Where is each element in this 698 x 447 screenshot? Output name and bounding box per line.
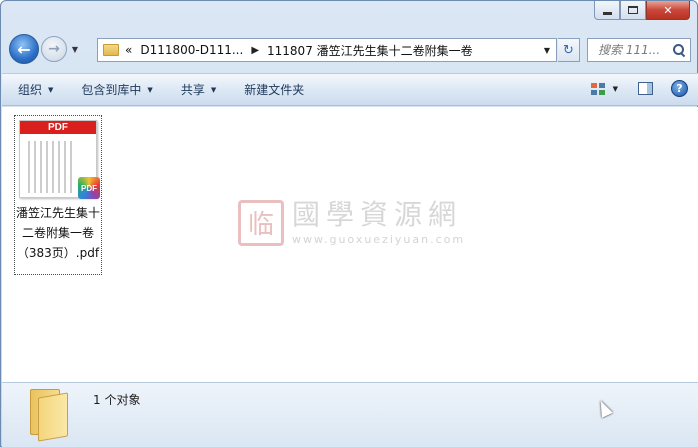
watermark-seal-icon: 临	[238, 199, 284, 246]
address-dropdown-icon[interactable]: ▼	[544, 46, 550, 55]
preview-pane-icon[interactable]	[638, 82, 653, 95]
caption-buttons: ✕	[594, 1, 690, 21]
recent-pages-button[interactable]: ▼	[69, 45, 81, 54]
maximize-icon	[628, 6, 638, 14]
back-button[interactable]: ←	[9, 34, 39, 64]
chevron-down-icon: ▼	[71, 44, 79, 54]
forward-arrow-icon: →	[48, 41, 60, 57]
watermark-text: 國學資源網 www.guoxueziyuan.com	[292, 198, 466, 247]
change-view-icon[interactable]	[590, 82, 605, 95]
view-options-dropdown-icon[interactable]: ▼	[613, 85, 618, 93]
search-input[interactable]	[598, 43, 672, 57]
search-box[interactable]	[587, 38, 691, 62]
watermark: 临 國學資源網 www.guoxueziyuan.com	[238, 199, 465, 246]
file-item[interactable]: PDF PDF 潘笠江先生集十二卷附集一卷（383页）.pdf	[14, 115, 102, 275]
address-bar[interactable]: « D111800-D111... ▶ 111807 潘笠江先生集十二卷附集一卷…	[97, 38, 557, 62]
pdf-app-icon: PDF	[78, 177, 100, 199]
minimize-button[interactable]	[594, 1, 620, 20]
item-count: 1 个对象	[93, 393, 141, 407]
refresh-button[interactable]: ↻	[558, 38, 580, 62]
new-folder-button[interactable]: 新建文件夹	[244, 81, 304, 98]
folder-icon	[103, 44, 119, 56]
organize-menu[interactable]: 组织 ▼	[18, 81, 53, 98]
file-list-area[interactable]: PDF PDF 潘笠江先生集十二卷附集一卷（383页）.pdf 临 國學資源網 …	[2, 107, 698, 382]
share-menu[interactable]: 共享 ▼	[181, 81, 216, 98]
close-button[interactable]: ✕	[646, 1, 690, 20]
help-glyph: ?	[676, 82, 683, 95]
pdf-banner: PDF	[20, 121, 96, 134]
command-bar: 组织 ▼ 包含到库中 ▼ 共享 ▼ 新建文件夹 ▼ ?	[2, 73, 698, 106]
details-pane: 1 个对象	[2, 382, 698, 447]
explorer-window: ✕ ← → ▼ « D111800-D111... ▶ 111807 潘笠江先生…	[0, 0, 698, 447]
close-icon: ✕	[663, 3, 673, 17]
search-icon[interactable]	[672, 43, 686, 57]
maximize-button[interactable]	[620, 1, 646, 20]
new-folder-label: 新建文件夹	[244, 83, 305, 97]
chevron-down-icon: ▼	[147, 85, 153, 94]
help-icon[interactable]: ?	[671, 80, 688, 97]
forward-button[interactable]: →	[41, 36, 67, 62]
include-in-library-menu[interactable]: 包含到库中 ▼	[81, 81, 152, 98]
file-name[interactable]: 潘笠江先生集十二卷附集一卷（383页）.pdf	[15, 203, 101, 263]
breadcrumb-overflow[interactable]: «	[125, 43, 132, 57]
navigation-buttons: ← → ▼	[9, 34, 81, 64]
chevron-down-icon: ▼	[210, 85, 217, 94]
folder-icon	[30, 389, 70, 442]
minimize-icon	[602, 11, 612, 15]
pdf-text-preview	[28, 141, 74, 193]
refresh-icon: ↻	[563, 42, 574, 58]
share-label: 共享	[180, 83, 205, 97]
pdf-thumbnail: PDF PDF	[19, 120, 100, 199]
back-arrow-icon: ←	[17, 39, 31, 59]
toolbar-right-group: ▼ ?	[590, 80, 688, 97]
breadcrumb-separator-icon[interactable]: ▶	[251, 45, 259, 56]
watermark-url: www.guoxueziyuan.com	[292, 233, 466, 246]
chevron-down-icon: ▼	[48, 85, 54, 94]
breadcrumb-item-parent[interactable]: D111800-D111...	[140, 43, 243, 57]
watermark-title: 國學資源網	[292, 198, 463, 231]
organize-label: 组织	[18, 83, 43, 97]
include-in-library-label: 包含到库中	[81, 83, 142, 97]
breadcrumb-item-current[interactable]: 111807 潘笠江先生集十二卷附集一卷	[267, 42, 473, 59]
